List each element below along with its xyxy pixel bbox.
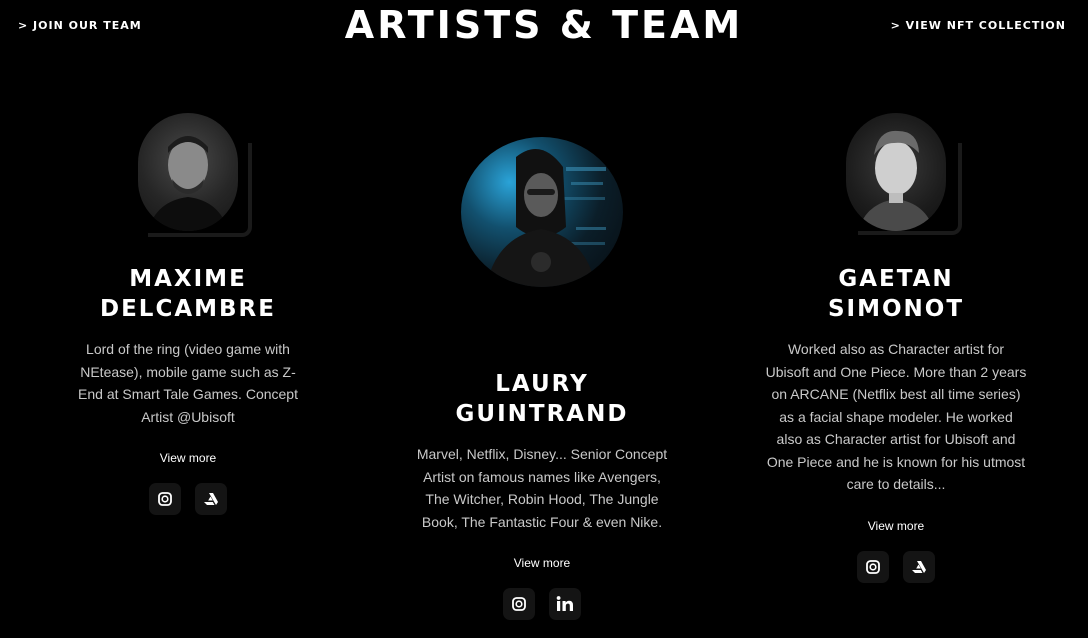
social-links — [414, 588, 670, 620]
view-more-link[interactable]: View more — [414, 556, 670, 570]
artist-name: LAURY — [495, 371, 589, 397]
view-more-link[interactable]: View more — [760, 519, 1032, 533]
artist-card-maxime: MAXIME DELCAMBRE Lord of the ring (video… — [70, 113, 306, 515]
artist-card-gaetan: GAETAN SIMONOT Worked also as Character … — [760, 113, 1032, 583]
artist-description: Lord of the ring (video game with NEteas… — [78, 341, 298, 425]
instagram-icon[interactable] — [503, 588, 535, 620]
view-nft-collection-link[interactable]: > View NFT collection — [891, 19, 1066, 32]
artist-card-laury: LAURY GUINTRAND Marvel, Netflix, Disney.… — [414, 137, 670, 620]
instagram-icon[interactable] — [149, 483, 181, 515]
portrait-image — [858, 130, 934, 231]
linkedin-icon[interactable] — [549, 588, 581, 620]
artist-avatar-gaetan — [846, 113, 946, 231]
artstation-icon[interactable] — [903, 550, 935, 583]
artist-avatar-laury — [461, 137, 623, 287]
artist-name: GAETAN — [838, 266, 954, 292]
view-more-link[interactable]: View more — [70, 451, 306, 465]
artist-name: SIMONOT — [827, 296, 965, 322]
instagram-icon[interactable] — [857, 550, 889, 583]
artist-name: GUINTRAND — [455, 401, 629, 427]
artist-description: Marvel, Netflix, Disney... Senior Concep… — [416, 446, 668, 530]
artist-avatar-maxime — [138, 113, 238, 231]
artist-name: DELCAMBRE — [100, 296, 276, 322]
artist-name: MAXIME — [129, 266, 247, 292]
artstation-icon[interactable] — [195, 483, 227, 515]
portrait-image — [148, 136, 228, 231]
social-links — [70, 483, 306, 515]
social-links — [760, 550, 1032, 583]
artist-description: Worked also as Character artist for Ubis… — [765, 341, 1027, 492]
portrait-image — [486, 149, 606, 287]
